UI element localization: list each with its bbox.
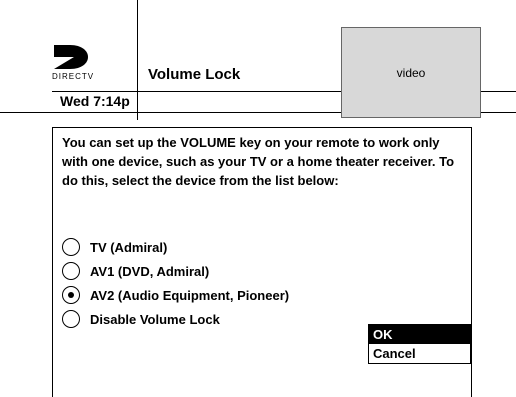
video-label: video [396,65,426,80]
option-disable[interactable]: Disable Volume Lock [62,310,220,328]
header-divider-left [137,0,138,120]
option-av1[interactable]: AV1 (DVD, Admiral) [62,262,209,280]
radio-unchecked-icon[interactable] [62,238,80,256]
clock: Wed 7:14p [60,93,130,109]
video-preview: video [341,27,481,118]
option-label: AV2 (Audio Equipment, Pioneer) [90,287,290,303]
header-bottom-border [0,112,341,113]
dialog-buttons: OK Cancel [368,324,471,364]
option-av2[interactable]: AV2 (Audio Equipment, Pioneer) [62,286,289,304]
instruction-text: You can set up the VOLUME key on your re… [62,135,455,188]
directv-logo-icon: DIRECTV [52,44,114,84]
radio-unchecked-icon[interactable] [62,262,80,280]
ok-button[interactable]: OK [369,325,470,344]
header-bottom-border-right [481,112,516,113]
radio-unchecked-icon[interactable] [62,310,80,328]
cancel-button[interactable]: Cancel [369,344,470,363]
option-tv[interactable]: TV (Admiral) [62,238,167,256]
header-divider-mid [52,91,341,92]
page-title: Volume Lock [148,66,241,83]
option-label: TV (Admiral) [90,239,168,255]
radio-checked-icon[interactable] [62,286,80,304]
option-label: Disable Volume Lock [90,311,220,327]
option-label: AV1 (DVD, Admiral) [90,263,210,279]
header-divider-mid-right [481,91,516,92]
directv-logo-mark [54,45,88,69]
logo-wordmark: DIRECTV [52,72,95,81]
